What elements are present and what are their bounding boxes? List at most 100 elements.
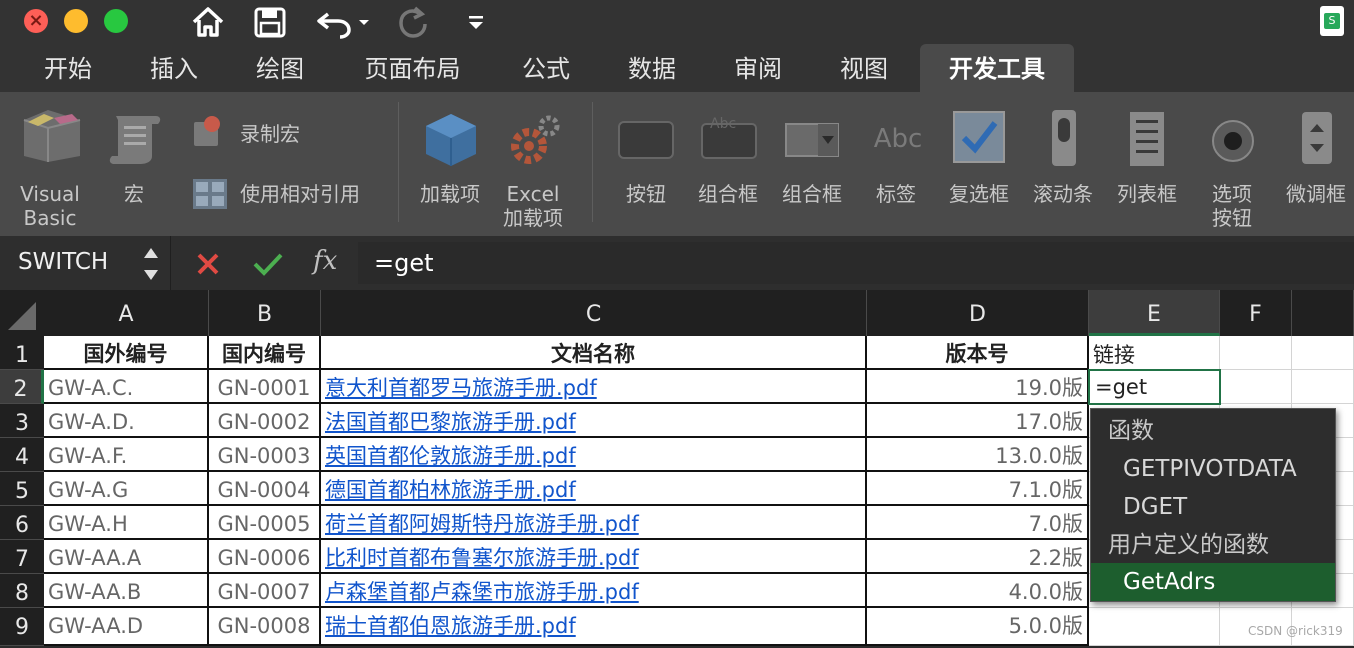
tab-data[interactable]: 数据 (602, 44, 702, 92)
record-macro-label[interactable]: 录制宏 (240, 122, 300, 146)
cell-domestic-id[interactable]: GN-0003 (209, 438, 321, 472)
tab-formulas[interactable]: 公式 (496, 44, 596, 92)
addins-icon[interactable] (422, 110, 480, 168)
spin-button-control-icon[interactable] (1300, 110, 1334, 166)
cell-document-link[interactable]: 瑞士首都伯恩旅游手册.pdf (321, 608, 867, 646)
cell-foreign-id[interactable]: GW-A.F. (44, 438, 209, 472)
insert-function-button[interactable]: fx (313, 246, 337, 276)
autocomplete-item-getadrs[interactable]: GetAdrs (1091, 563, 1335, 601)
cell-version[interactable]: 7.0版 (867, 506, 1089, 540)
cell-document-link[interactable]: 德国首都柏林旅游手册.pdf (321, 472, 867, 506)
cell-empty[interactable] (1220, 370, 1292, 404)
record-macro-icon[interactable] (192, 114, 228, 148)
name-box[interactable]: SWITCH (18, 249, 108, 275)
header-cell-foreign-id[interactable]: 国外编号 (44, 336, 209, 370)
relative-reference-label[interactable]: 使用相对引用 (240, 182, 360, 206)
zoom-window-button[interactable] (104, 9, 128, 33)
row-header-2[interactable]: 2 (0, 370, 44, 404)
select-all-corner[interactable] (0, 290, 44, 336)
name-box-stepper-icon[interactable] (142, 244, 160, 284)
column-header-f[interactable]: F (1220, 290, 1292, 336)
cell-domestic-id[interactable]: GN-0004 (209, 472, 321, 506)
row-header-3[interactable]: 3 (0, 404, 44, 438)
active-cell-e2[interactable]: =get (1088, 369, 1221, 405)
column-header-d[interactable]: D (867, 290, 1089, 336)
list-box-control-icon[interactable] (1128, 110, 1166, 168)
undo-icon[interactable] (314, 4, 370, 40)
tab-view[interactable]: 视图 (814, 44, 914, 92)
header-cell-version[interactable]: 版本号 (867, 336, 1089, 370)
home-icon[interactable] (190, 4, 226, 40)
cell-domestic-id[interactable]: GN-0007 (209, 574, 321, 608)
cell-version[interactable]: 4.0.0版 (867, 574, 1089, 608)
formula-input[interactable]: =get (374, 249, 434, 277)
cell-foreign-id[interactable]: GW-A.H (44, 506, 209, 540)
autocomplete-item-dget[interactable]: DGET (1091, 487, 1335, 525)
tab-insert[interactable]: 插入 (124, 44, 224, 92)
row-header-9[interactable]: 9 (0, 608, 44, 646)
cell-version[interactable]: 19.0版 (867, 370, 1089, 404)
cell-foreign-id[interactable]: GW-A.G (44, 472, 209, 506)
excel-addins-icon[interactable] (505, 110, 563, 168)
row-header-8[interactable]: 8 (0, 574, 44, 608)
row-header-7[interactable]: 7 (0, 540, 44, 574)
minimize-window-button[interactable] (64, 9, 88, 33)
tab-home[interactable]: 开始 (18, 44, 118, 92)
customize-icon[interactable] (466, 4, 486, 40)
cell-domestic-id[interactable]: GN-0005 (209, 506, 321, 540)
checkbox-control-icon[interactable] (952, 110, 1006, 164)
button-control-icon[interactable] (617, 118, 675, 162)
cancel-formula-icon[interactable] (195, 251, 221, 277)
column-header-a[interactable]: A (44, 290, 209, 336)
dropdown-combo-icon[interactable] (784, 120, 840, 160)
cell-foreign-id[interactable]: GW-AA.A (44, 540, 209, 574)
row-header-6[interactable]: 6 (0, 506, 44, 540)
cell-domestic-id[interactable]: GN-0006 (209, 540, 321, 574)
tab-review[interactable]: 审阅 (708, 44, 808, 92)
cell-foreign-id[interactable]: GW-A.D. (44, 404, 209, 438)
confirm-formula-icon[interactable] (252, 251, 284, 277)
cell-foreign-id[interactable]: GW-AA.B (44, 574, 209, 608)
option-button-control-icon[interactable] (1210, 118, 1256, 164)
tab-page-layout[interactable]: 页面布局 (350, 44, 475, 92)
cell-f1[interactable] (1220, 336, 1292, 370)
cell-document-link[interactable]: 荷兰首都阿姆斯特丹旅游手册.pdf (321, 506, 867, 540)
autocomplete-item-getpivotdata[interactable]: GETPIVOTDATA (1091, 449, 1335, 487)
cell-version[interactable]: 7.1.0版 (867, 472, 1089, 506)
cell-empty[interactable] (1292, 370, 1354, 404)
cell-domestic-id[interactable]: GN-0008 (209, 608, 321, 646)
visual-basic-icon[interactable] (20, 106, 84, 164)
cell-document-link[interactable]: 意大利首都罗马旅游手册.pdf (321, 370, 867, 404)
row-header-4[interactable]: 4 (0, 438, 44, 472)
cell-domestic-id[interactable]: GN-0002 (209, 404, 321, 438)
column-header-c[interactable]: C (321, 290, 867, 336)
cell-foreign-id[interactable]: GW-AA.D (44, 608, 209, 646)
formula-input-area[interactable] (358, 242, 1354, 284)
relative-reference-icon[interactable] (192, 178, 228, 210)
row-header-1[interactable]: 1 (0, 336, 44, 370)
close-window-button[interactable]: × (24, 9, 48, 33)
cell-g1[interactable] (1292, 336, 1354, 370)
combo-box-icon[interactable]: Abc (700, 114, 758, 162)
header-cell-link[interactable]: 链接 (1089, 336, 1220, 370)
cell-version[interactable]: 5.0.0版 (867, 608, 1089, 646)
header-cell-domestic-id[interactable]: 国内编号 (209, 336, 321, 370)
tab-draw[interactable]: 绘图 (230, 44, 330, 92)
cell-document-link[interactable]: 英国首都伦敦旅游手册.pdf (321, 438, 867, 472)
cell-document-link[interactable]: 比利时首都布鲁塞尔旅游手册.pdf (321, 540, 867, 574)
cell-document-link[interactable]: 卢森堡首都卢森堡市旅游手册.pdf (321, 574, 867, 608)
cell-foreign-id[interactable]: GW-A.C. (44, 370, 209, 404)
cell-version[interactable]: 17.0版 (867, 404, 1089, 438)
redo-icon[interactable] (395, 4, 431, 40)
header-cell-document-name[interactable]: 文档名称 (321, 336, 867, 370)
tab-developer[interactable]: 开发工具 (920, 44, 1074, 92)
cell-domestic-id[interactable]: GN-0001 (209, 370, 321, 404)
cell-empty[interactable] (1089, 608, 1220, 646)
cell-version[interactable]: 13.0.0版 (867, 438, 1089, 472)
macros-icon[interactable] (106, 110, 164, 168)
cell-version[interactable]: 2.2版 (867, 540, 1089, 574)
column-header-e[interactable]: E (1089, 290, 1220, 336)
column-header-g[interactable] (1292, 290, 1354, 336)
label-control-icon[interactable]: Abc (870, 124, 926, 154)
cell-document-link[interactable]: 法国首都巴黎旅游手册.pdf (321, 404, 867, 438)
